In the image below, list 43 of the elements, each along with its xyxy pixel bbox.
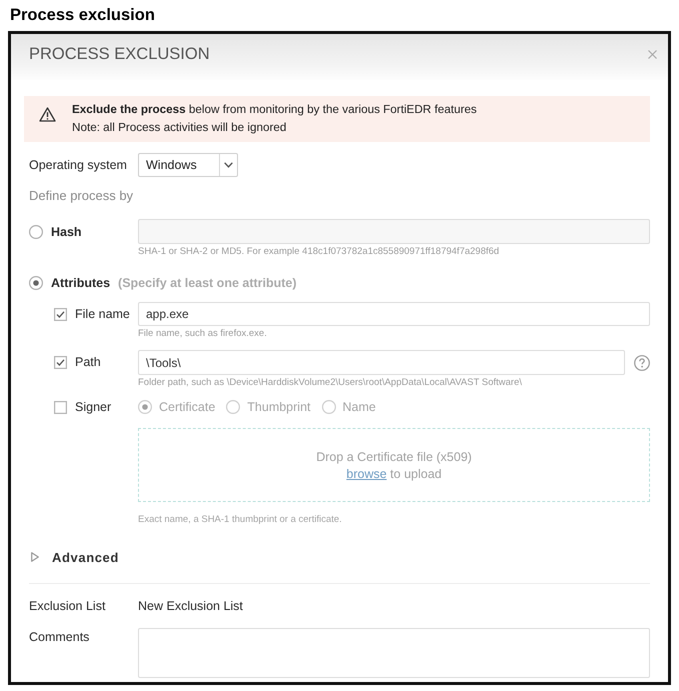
section-heading: Define process by — [29, 187, 134, 205]
dialog-title: PROCESS EXCLUSION — [29, 44, 210, 65]
warning-icon — [39, 107, 56, 122]
checkbox[interactable] — [54, 400, 67, 414]
hint-text: Folder path, such as \Device\HarddiskVolume2\Users\root\AppData\Local\AVAST Software\ — [138, 377, 522, 389]
option-label: Hash — [51, 224, 82, 240]
help-icon[interactable] — [634, 354, 650, 370]
upload-text: browse to upload — [346, 466, 442, 483]
option-label: Thumbprint — [247, 400, 311, 414]
checkbox[interactable] — [54, 356, 67, 368]
radio-button[interactable] — [322, 400, 336, 414]
field-label: Signer — [75, 399, 112, 416]
hash-field[interactable] — [138, 219, 650, 244]
field-label: Operating system — [29, 157, 127, 174]
option-label: Certificate — [159, 400, 216, 414]
hint-text: Exact name, a SHA-1 thumbprint or a certificate. — [138, 514, 342, 526]
notice-note: Note: all Process activities will be ignored — [72, 120, 288, 136]
advanced-toggle[interactable]: Advanced — [29, 547, 119, 567]
field-label: Comments — [29, 629, 90, 646]
field-label: Path — [75, 354, 101, 371]
text-field[interactable]: app.exe — [138, 302, 650, 326]
caret-right-icon — [31, 552, 39, 562]
notice-text: Exclude the process below from monitoring by the various FortiEDR features — [72, 102, 477, 118]
radio-button[interactable] — [29, 224, 43, 238]
checkbox[interactable] — [54, 308, 67, 320]
hint-text: SHA-1 or SHA-2 or MD5. For example 418c1f073782a1c855890971ff18794f7a298f6d — [138, 246, 500, 258]
drop-text: Drop a Certificate file (x509) — [316, 449, 472, 466]
field-label: File name — [75, 306, 130, 323]
comments-field[interactable] — [138, 628, 650, 678]
field-label: Exclusion List — [29, 598, 106, 615]
text-field[interactable]: \Tools\ — [138, 350, 625, 375]
os-select[interactable]: Windows — [138, 153, 238, 177]
radio-button[interactable] — [29, 276, 43, 290]
radio-button[interactable] — [226, 400, 240, 414]
hint-text: (Specify at least one attribute) — [118, 276, 297, 290]
close-icon[interactable] — [648, 50, 657, 59]
figure-caption: Process exclusion — [9, 5, 156, 25]
option-label: Name — [342, 400, 376, 414]
hint-text: File name, such as firefox.exe. — [138, 328, 267, 340]
field-value: New Exclusion List — [138, 598, 243, 615]
radio-button[interactable] — [138, 400, 152, 414]
chevron-down-icon — [224, 162, 233, 168]
option-label: Attributes — [51, 275, 110, 292]
